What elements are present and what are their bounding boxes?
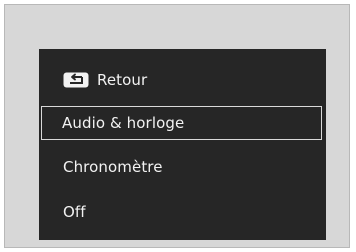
menu-item-label: Audio & horloge	[62, 114, 185, 132]
back-menu-item[interactable]: Retour	[41, 63, 322, 97]
back-arrow-icon	[63, 72, 89, 88]
menu-screen: Retour Audio & horloge Chronomètre Off	[39, 49, 326, 240]
display-frame: Retour Audio & horloge Chronomètre Off	[4, 4, 350, 248]
menu-item-label: Off	[63, 203, 86, 221]
menu-item-audio-clock[interactable]: Audio & horloge	[41, 106, 322, 140]
menu-item-stopwatch[interactable]: Chronomètre	[41, 150, 322, 184]
menu-item-off[interactable]: Off	[41, 195, 322, 229]
menu-item-label: Chronomètre	[63, 158, 163, 176]
back-label: Retour	[97, 71, 148, 89]
